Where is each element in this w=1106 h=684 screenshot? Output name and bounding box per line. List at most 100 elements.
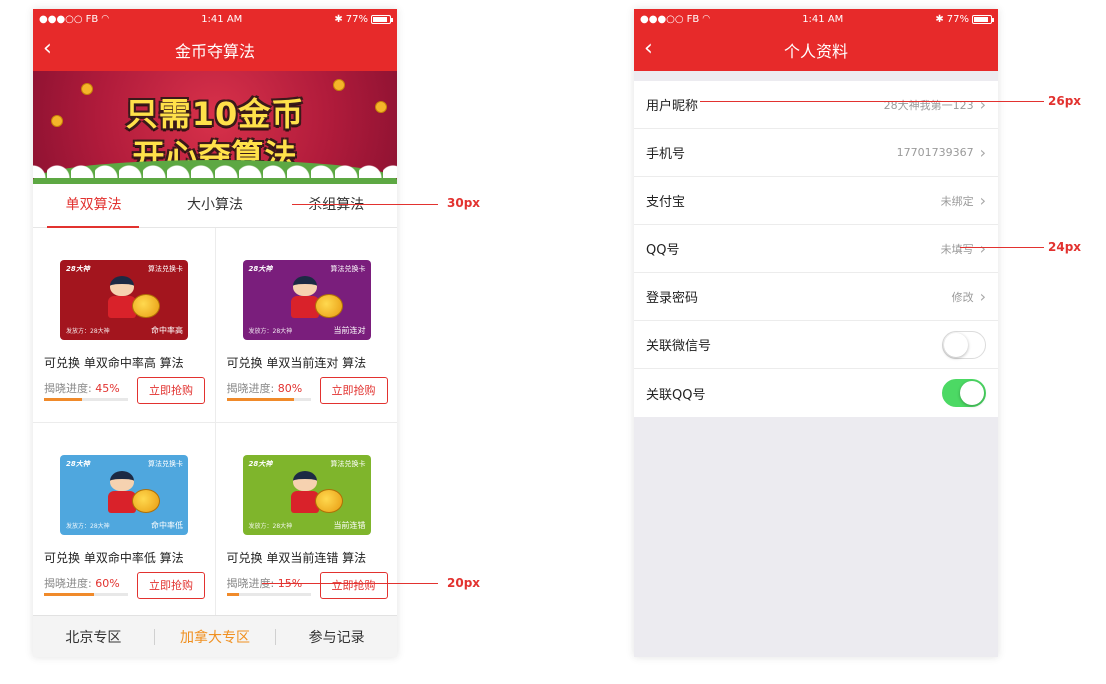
bluetooth-icon: ✱: [334, 13, 343, 25]
chevron-right-icon: ›: [979, 190, 986, 210]
row-label: 关联微信号: [646, 339, 712, 354]
product-item[interactable]: 28大神 算法兑换卡 发放方：28大神 当前连错 可兑换 单双当前连错 算法 揭…: [215, 423, 397, 617]
buy-now-button[interactable]: 立即抢购: [319, 572, 388, 599]
signal-icon: ●●●○○: [39, 13, 83, 25]
progress-fill: [44, 593, 95, 596]
item-name: 可兑换 单双当前连对 算法: [226, 356, 367, 370]
card-title: 算法兑换卡: [330, 460, 366, 468]
battery-percent: 77%: [345, 13, 368, 25]
product-item[interactable]: 28大神 算法兑换卡 发放方：28大神 命中率高 可兑换 单双命中率高 算法 揭…: [33, 228, 215, 422]
profile-list: 用户昵称 28大神我第一123 › 手机号 17701739367 › 支付宝 未绑…: [634, 81, 998, 417]
algorithm-tabs: 单双算法 大小算法 杀组算法: [33, 184, 397, 228]
card-metric: 命中率高: [151, 326, 183, 335]
annotation-label: 20px: [447, 576, 481, 590]
card-title: 算法兑换卡: [148, 460, 183, 468]
navbar: ‹ 个人资料: [634, 29, 998, 71]
buy-now-button[interactable]: 立即抢购: [137, 377, 205, 404]
row-qq[interactable]: QQ号 未填写 ›: [634, 225, 998, 273]
exchange-card: 28大神 算法兑换卡 发放方：28大神 命中率低: [60, 455, 188, 535]
card-issuer: 发放方：28大神: [248, 328, 293, 335]
progress-fill: [44, 398, 82, 401]
progress-percent: 45%: [95, 382, 120, 395]
page-title: 金币夺算法: [174, 42, 255, 61]
product-grid: 28大神 算法兑换卡 发放方：28大神 命中率高 可兑换 单双命中率高 算法 揭…: [33, 228, 397, 617]
card-metric: 当前连错: [333, 521, 366, 530]
tab-odd-even[interactable]: 单双算法: [33, 184, 154, 227]
row-value: 28大神我第一123: [883, 98, 974, 112]
card-metric: 当前连对: [333, 326, 366, 335]
bottom-tab-bar: 北京专区 加拿大专区 参与记录: [33, 615, 397, 657]
row-label: 手机号: [646, 147, 686, 162]
progress-bar: [44, 593, 128, 596]
card-title: 算法兑换卡: [330, 265, 366, 273]
progress-percent: 80%: [277, 382, 303, 395]
navbar: ‹ 金币夺算法: [33, 29, 397, 71]
tab-kill-group[interactable]: 杀组算法: [276, 184, 397, 227]
wechat-toggle[interactable]: [942, 330, 986, 359]
row-label: QQ号: [646, 243, 680, 258]
progress-label: 揭晓进度: 45%: [44, 382, 120, 395]
card-brand: 28大神: [66, 460, 90, 468]
progress-bar: [44, 398, 128, 401]
tab-big-small[interactable]: 大小算法: [154, 184, 275, 227]
progress-label: 揭晓进度: 80%: [226, 382, 303, 395]
wifi-icon: ◠: [101, 14, 110, 24]
bottom-tab-beijing[interactable]: 北京专区: [33, 627, 154, 647]
phone-left: ●●●○○ FB ◠ 1:41 AM ✱ 77% ‹ 金币夺算法 只需10金币 开心夺…: [33, 9, 397, 657]
bottom-tab-records[interactable]: 参与记录: [276, 627, 397, 647]
card-metric: 命中率低: [151, 521, 183, 530]
progress-percent: 60%: [95, 577, 120, 590]
exchange-card: 28大神 算法兑换卡 发放方：28大神 当前连对: [242, 260, 371, 340]
row-label: 关联QQ号: [646, 387, 706, 403]
battery-icon: [370, 14, 393, 24]
status-time: 1:41 AM: [802, 13, 844, 25]
carrier: FB: [85, 13, 99, 25]
annotation-line: [292, 204, 438, 205]
status-time: 1:41 AM: [201, 13, 243, 25]
chevron-right-icon: ›: [979, 94, 986, 114]
card-title: 算法兑换卡: [148, 265, 183, 273]
chevron-right-icon: ›: [979, 286, 986, 306]
bottom-tab-canada[interactable]: 加拿大专区: [155, 627, 276, 647]
status-bar: ●●●○○ FB ◠ 1:41 AM ✱ 77%: [634, 9, 998, 29]
buy-now-button[interactable]: 立即抢购: [319, 377, 388, 404]
item-name: 可兑换 单双当前连错 算法: [226, 551, 367, 565]
product-item[interactable]: 28大神 算法兑换卡 发放方：28大神 命中率低 可兑换 单双命中率低 算法 揭…: [33, 423, 215, 617]
annotation-label: 30px: [447, 196, 481, 210]
left-header: ●●●○○ FB ◠ 1:41 AM ✱ 77% ‹ 金币夺算法: [33, 9, 397, 71]
progress-fill: [226, 593, 240, 596]
qq-toggle[interactable]: [942, 379, 986, 407]
row-nickname[interactable]: 用户昵称 28大神我第一123 ›: [634, 81, 998, 129]
row-alipay[interactable]: 支付宝 未绑定 ›: [634, 177, 998, 225]
progress-bar: [226, 593, 311, 596]
bluetooth-icon: ✱: [935, 13, 944, 25]
row-value: 17701739367: [896, 146, 974, 159]
row-password[interactable]: 登录密码 修改 ›: [634, 273, 998, 321]
row-link-qq: 关联QQ号: [634, 369, 998, 417]
wifi-icon: ◠: [702, 14, 711, 24]
row-value: 未绑定: [940, 194, 974, 208]
phone-right: ●●●○○ FB ◠ 1:41 AM ✱ 77% ‹ 个人资料 用户昵称 28大神我第…: [634, 9, 998, 657]
chevron-right-icon: ›: [979, 142, 986, 162]
card-issuer: 发放方：28大神: [248, 523, 293, 530]
annotation-label: 26px: [1048, 94, 1082, 108]
row-label: 登录密码: [646, 291, 699, 306]
row-value: 修改: [951, 290, 974, 304]
annotation-line: [700, 101, 1044, 102]
back-icon[interactable]: ‹: [43, 38, 52, 60]
buy-now-button[interactable]: 立即抢购: [137, 572, 205, 599]
row-phone[interactable]: 手机号 17701739367 ›: [634, 129, 998, 177]
mascot-illustration: [285, 467, 343, 517]
right-header: ●●●○○ FB ◠ 1:41 AM ✱ 77% ‹ 个人资料: [634, 9, 998, 71]
promo-banner[interactable]: 只需10金币 开心夺算法: [33, 71, 397, 184]
battery-icon: [971, 14, 994, 24]
progress-bar: [226, 398, 311, 401]
progress-label: 揭晓进度: 60%: [44, 577, 120, 590]
item-name: 可兑换 单双命中率高 算法: [44, 356, 184, 370]
product-item[interactable]: 28大神 算法兑换卡 发放方：28大神 当前连对 可兑换 单双当前连对 算法 揭…: [215, 228, 397, 422]
back-icon[interactable]: ‹: [644, 38, 653, 60]
card-brand: 28大神: [248, 460, 273, 468]
row-value: 未填写: [940, 242, 974, 256]
card-issuer: 发放方：28大神: [66, 523, 110, 530]
canvas: ●●●○○ FB ◠ 1:41 AM ✱ 77% ‹ 金币夺算法 只需10金币 开心夺…: [0, 0, 1106, 684]
